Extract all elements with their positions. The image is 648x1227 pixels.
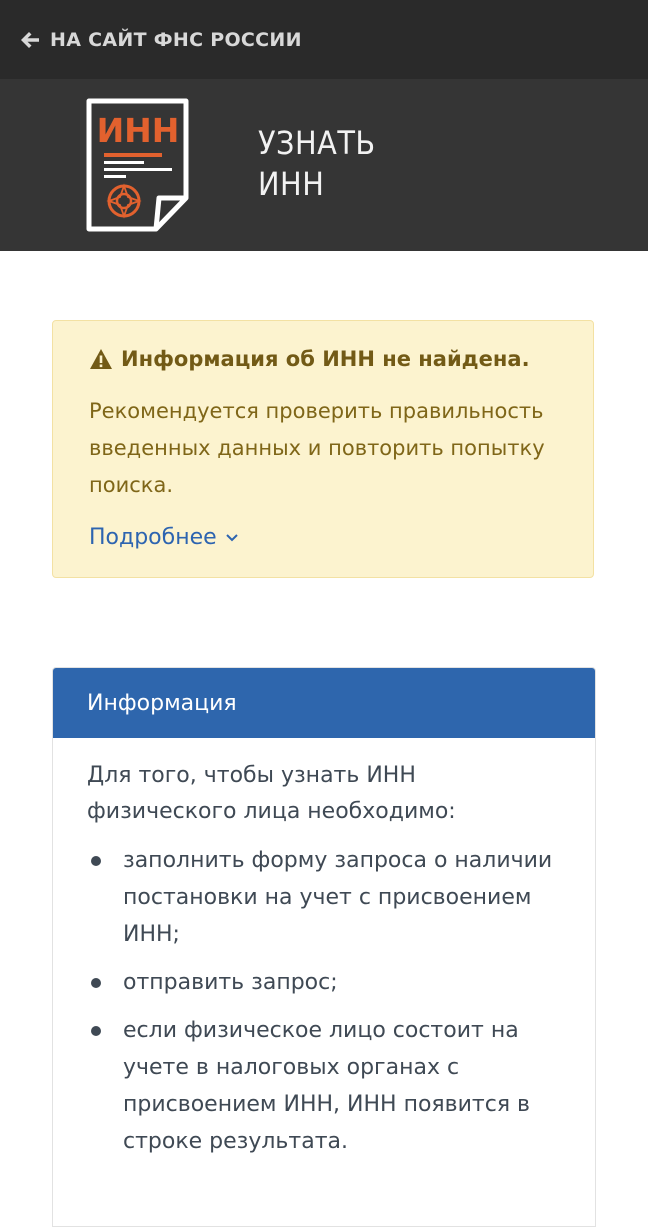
logo-text: ИНН [97,111,180,150]
back-to-fns-link[interactable]: НА САЙТ ФНС РОССИИ [20,29,302,51]
warning-icon [90,349,112,369]
title-line-1: УЗНАТЬ [258,124,376,162]
list-item: отправить запрос; [87,964,553,1001]
arrow-left-icon [21,31,39,48]
info-list: заполнить форму запроса о наличии постан… [87,842,561,1160]
alert-heading-text: Информация об ИНН не найдена. [121,347,530,371]
more-link-label: Подробнее [89,525,217,550]
info-panel-heading: Информация [53,668,595,738]
top-bar: НА САЙТ ФНС РОССИИ [0,0,648,79]
info-panel-body: Для того, чтобы узнать ИНН физического л… [53,738,595,1160]
bullet-icon [91,856,101,866]
chevron-down-icon [225,534,238,542]
bullet-icon [91,1026,101,1036]
bullet-icon [91,978,101,988]
title-line-2: ИНН [258,165,325,203]
alert-text: Рекомендуется проверить правильность вве… [89,399,545,497]
more-details-link[interactable]: Подробнее [89,522,239,554]
back-link-label: НА САЙТ ФНС РОССИИ [50,28,302,51]
list-item: если физическое лицо состоит на учете в … [87,1012,553,1160]
document-icon: ИНН [86,98,189,232]
alert-heading: Информация об ИНН не найдена. [89,343,557,375]
list-item: заполнить форму запроса о наличии постан… [87,842,553,953]
info-panel: Информация Для того, чтобы узнать ИНН фи… [52,667,596,1227]
not-found-alert: Информация об ИНН не найдена. Рекомендуе… [52,320,594,578]
page-header: ИНН УЗНАТЬ ИНН [0,79,648,251]
page-title: УЗНАТЬ ИНН [258,123,376,205]
info-intro: Для того, чтобы узнать ИНН физического л… [87,763,456,824]
